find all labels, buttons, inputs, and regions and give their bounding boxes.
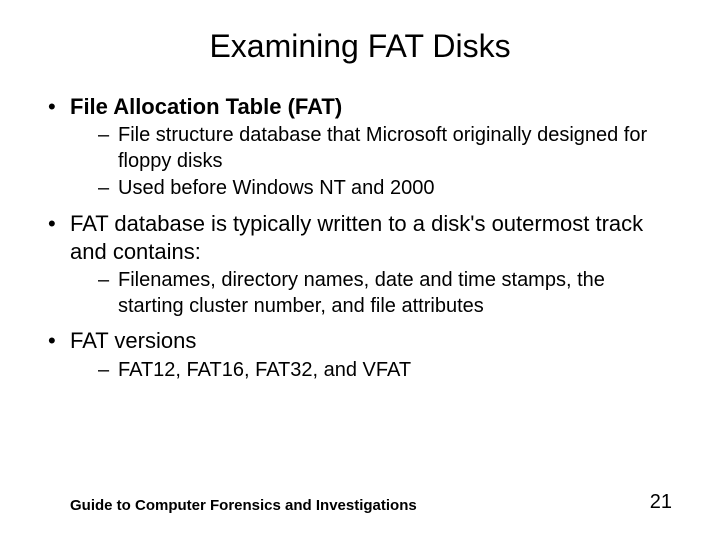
bullet-label: FAT versions [70, 328, 196, 353]
page-number: 21 [650, 491, 672, 514]
bullet-item: File Allocation Table (FAT) File structu… [48, 93, 672, 202]
sub-list: FAT12, FAT16, FAT32, and VFAT [70, 358, 672, 384]
bullet-list: File Allocation Table (FAT) File structu… [48, 93, 672, 383]
sub-item: Filenames, directory names, date and tim… [98, 268, 672, 319]
sub-item: File structure database that Microsoft o… [98, 123, 672, 174]
slide: Examining FAT Disks File Allocation Tabl… [0, 0, 720, 540]
slide-content: File Allocation Table (FAT) File structu… [0, 83, 720, 383]
slide-title: Examining FAT Disks [0, 0, 720, 83]
sub-item: FAT12, FAT16, FAT32, and VFAT [98, 358, 672, 384]
bullet-label: File Allocation Table (FAT) [70, 94, 342, 119]
bullet-item: FAT database is typically written to a d… [48, 210, 672, 320]
sub-list: Filenames, directory names, date and tim… [70, 268, 672, 319]
sub-item: Used before Windows NT and 2000 [98, 176, 672, 202]
sub-list: File structure database that Microsoft o… [70, 123, 672, 202]
footer-text: Guide to Computer Forensics and Investig… [70, 497, 417, 514]
bullet-item: FAT versions FAT12, FAT16, FAT32, and VF… [48, 327, 672, 383]
bullet-label: FAT database is typically written to a d… [70, 211, 643, 264]
